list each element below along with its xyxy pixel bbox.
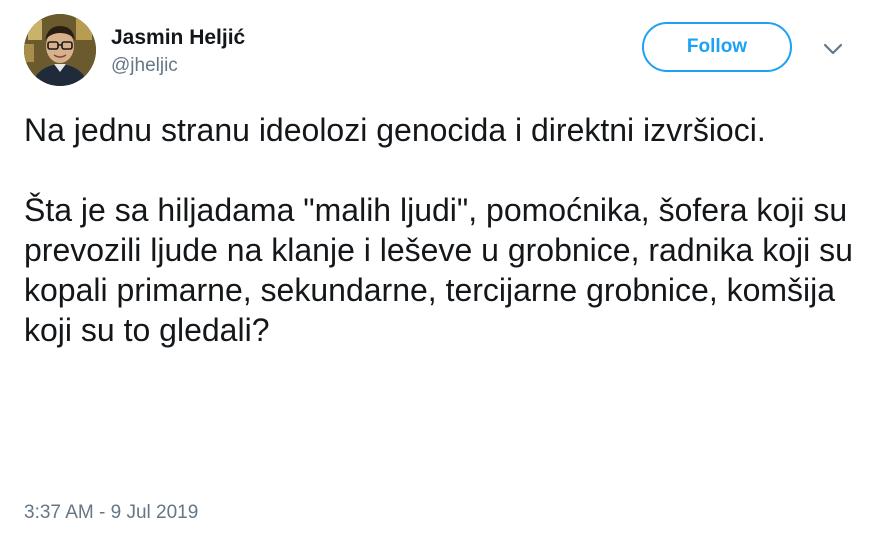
tweet-text: Na jednu stranu ideolozi genocida i dire… — [24, 110, 854, 350]
author-display-name[interactable]: Jasmin Heljić — [111, 26, 245, 50]
user-photo-avatar-icon — [24, 14, 96, 86]
author-handle[interactable]: @jheljic — [111, 55, 178, 77]
tweet-card: Jasmin Heljić @jheljic Follow Na jednu s… — [0, 0, 873, 545]
tweet-paragraph: Šta je sa hiljadama "malih ljudi", pomoć… — [24, 192, 853, 348]
avatar[interactable] — [24, 14, 96, 86]
tweet-timestamp[interactable]: 3:37 AM - 9 Jul 2019 — [24, 501, 198, 525]
follow-button[interactable]: Follow — [642, 22, 792, 72]
more-options-button[interactable] — [820, 38, 846, 60]
tweet-paragraph: Na jednu stranu ideolozi genocida i dire… — [24, 112, 766, 148]
chevron-down-icon — [823, 43, 843, 55]
